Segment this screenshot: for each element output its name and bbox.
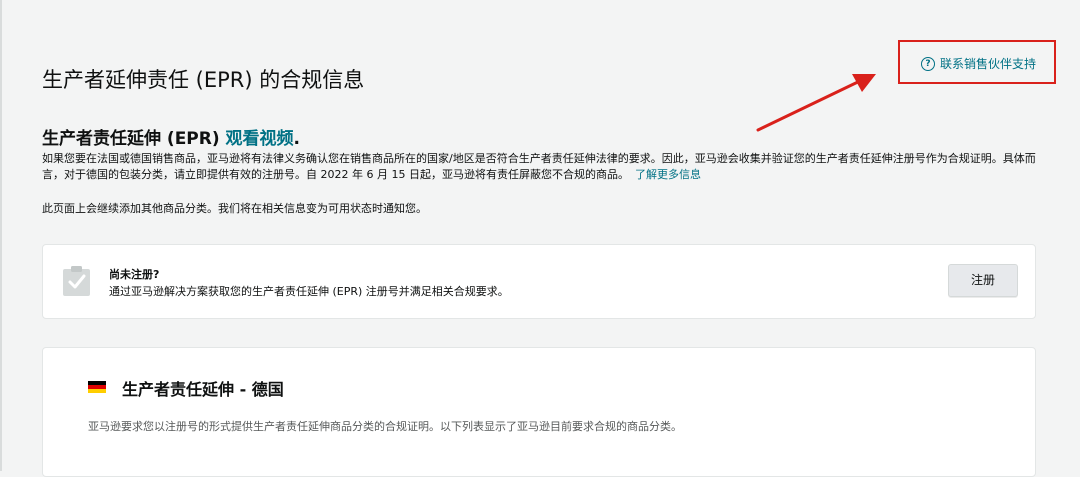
epr-description: 如果您要在法国或德国销售商品，亚马逊将有法律义务确认您在销售商品所在的国家/地区… (42, 151, 1042, 183)
germany-flag-icon (88, 381, 106, 393)
heading-period: . (293, 129, 301, 149)
page-title: 生产者延伸责任 (EPR) 的合规信息 (42, 68, 365, 93)
register-button[interactable]: 注册 (948, 264, 1018, 297)
germany-epr-card: 生产者责任延伸 - 德国 亚马逊要求您以注册号的形式提供生产者责任延伸商品分类的… (42, 347, 1036, 477)
epr-description-text: 如果您要在法国或德国销售商品，亚马逊将有法律义务确认您在销售商品所在的国家/地区… (42, 152, 1036, 181)
not-registered-title: 尚未注册? (109, 268, 160, 281)
help-circle-icon: ? (921, 56, 935, 71)
left-edge-divider (0, 0, 2, 471)
category-note: 此页面上会继续添加其他商品分类。我们将在相关信息变为可用状态时通知您。 (42, 202, 427, 215)
clipboard-check-icon (63, 266, 90, 296)
germany-epr-title: 生产者责任延伸 - 德国 (122, 380, 284, 399)
germany-epr-description: 亚马逊要求您以注册号的形式提供生产者责任延伸商品分类的合规证明。以下列表显示了亚… (88, 420, 682, 433)
support-link-label: 联系销售伙伴支持 (940, 57, 1037, 71)
annotation-arrow-icon (756, 74, 876, 132)
not-registered-subtitle: 通过亚马逊解决方案获取您的生产者责任延伸 (EPR) 注册号并满足相关合规要求。 (109, 285, 509, 298)
epr-section-heading: 生产者责任延伸 (EPR) 观看视频. (42, 124, 300, 149)
epr-heading-text: 生产者责任延伸 (EPR) (42, 129, 220, 149)
contact-seller-support-link[interactable]: ? 联系销售伙伴支持 (921, 55, 1036, 72)
watch-video-link[interactable]: 观看视频 (226, 129, 294, 149)
learn-more-link[interactable]: 了解更多信息 (635, 168, 701, 181)
not-registered-card: 尚未注册? 通过亚马逊解决方案获取您的生产者责任延伸 (EPR) 注册号并满足相… (42, 244, 1036, 319)
